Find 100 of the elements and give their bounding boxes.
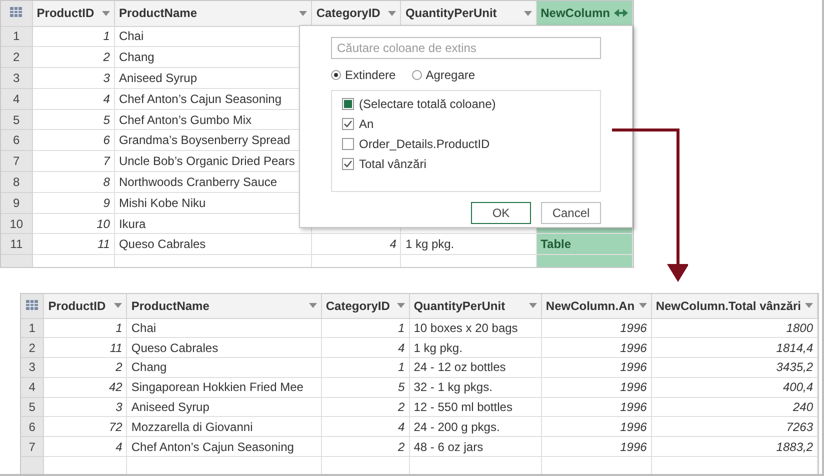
row-number: 2 (21, 338, 44, 358)
radio-option[interactable]: Agregare (412, 66, 476, 84)
ok-button[interactable]: OK (471, 202, 531, 224)
table-cell: 5 (398, 380, 405, 394)
expand-icon[interactable] (614, 9, 628, 18)
table-cell: 12 - 550 ml bottles (414, 400, 512, 414)
checkbox-option[interactable]: Total vânzări (342, 154, 590, 174)
table-cell: 8 (103, 174, 110, 189)
checkbox-option[interactable]: Order_Details.ProductID (342, 134, 590, 154)
row-number: 3 (1, 68, 32, 88)
radio-option[interactable]: Extindere (331, 66, 396, 84)
caret-icon[interactable] (308, 303, 317, 308)
caret-icon[interactable] (114, 303, 122, 308)
table-cell: 4 (398, 340, 405, 355)
table-cell: 1996 (620, 440, 647, 454)
table-cell: 42 (109, 380, 122, 394)
caret-icon[interactable] (524, 10, 532, 16)
table-cell: 72 (109, 420, 122, 434)
row-number: 10 (1, 213, 32, 234)
table-cell: 1996 (620, 420, 647, 434)
table-icon[interactable] (26, 300, 38, 310)
caret-icon[interactable] (638, 303, 647, 308)
table-cell: 400,4 (782, 380, 813, 394)
table-cell: 32 - 1 kg pkgs. (414, 380, 492, 394)
table-cell: 2 (116, 360, 122, 374)
row-number: 1 (1, 26, 32, 47)
search-field[interactable]: Căutare coloane de extins (331, 37, 601, 59)
table-cell: Chai (131, 320, 156, 335)
table-cell: 1 kg pkg. (414, 340, 462, 355)
checkbox[interactable] (342, 138, 354, 150)
row-number: 9 (1, 192, 32, 214)
checkbox[interactable] (342, 98, 354, 110)
table-cell: Chef Anton’s Cajun Seasoning (131, 440, 294, 454)
row-number: 8 (1, 172, 32, 192)
table-cell: 1996 (620, 400, 647, 414)
table-cell: Singaporean Hokkien Fried Mee (131, 380, 304, 394)
table-cell: 7263 (786, 420, 813, 434)
checkbox[interactable] (342, 158, 354, 170)
checkbox-option[interactable]: (Selectare totală coloane) (342, 94, 590, 114)
checkbox-option[interactable]: An (342, 114, 590, 134)
table-cell: 1800 (786, 320, 813, 335)
table-cell: 240 (792, 400, 813, 414)
table-cell: 24 - 200 g pkgs. (414, 420, 500, 434)
table-cell: 1 (116, 320, 122, 335)
row-number: 5 (1, 109, 32, 130)
row-number: 2 (1, 46, 32, 68)
table-cell: 5 (103, 112, 110, 127)
table-cell: Aniseed Syrup (131, 400, 210, 414)
table-cell: 1814,4 (776, 340, 813, 355)
table-cell: Chang (131, 360, 167, 374)
cancel-button[interactable]: Cancel (541, 202, 601, 224)
table-cell: 1 kg pkg. (405, 237, 454, 252)
table-cell: Mozzarella di Giovanni (131, 420, 253, 434)
row-number: 11 (1, 234, 32, 255)
table-cell: Chai (118, 29, 144, 44)
table-cell: Mishi Kobe Niku (118, 196, 206, 210)
caret-icon[interactable] (102, 10, 110, 16)
table-cell: Queso Cabrales (131, 340, 218, 355)
row-number: 6 (1, 130, 32, 151)
table-cell: 2 (103, 50, 110, 64)
table-cell: Aniseed Syrup (118, 70, 198, 85)
caret-icon[interactable] (388, 10, 396, 16)
table-cell: Chef Anton’s Cajun Seasoning (118, 92, 282, 106)
table-cell: Table (540, 237, 572, 252)
arrow-icon (612, 126, 688, 282)
table-cell: 48 - 6 oz jars (414, 440, 484, 454)
row-number: 6 (21, 416, 44, 437)
table-cell: 6 (103, 133, 110, 148)
table-cell: 11 (110, 340, 122, 355)
row-number: 7 (21, 436, 44, 457)
table-cell: 3 (116, 400, 122, 414)
row-number: 1 (21, 318, 44, 338)
table-cell: Northwoods Cranberry Sauce (118, 174, 278, 189)
row-number: 3 (21, 358, 44, 378)
table-cell: 7 (103, 154, 110, 168)
caret-icon[interactable] (299, 10, 308, 16)
table-cell: 1883,2 (776, 440, 813, 454)
caret-icon[interactable] (805, 303, 813, 308)
table-cell: Chang (118, 50, 154, 64)
table-cell: 24 - 12 oz bottles (414, 360, 506, 374)
table-cell: 1996 (620, 320, 647, 335)
table-cell: Ikura (118, 216, 146, 231)
table-cell: 10 (96, 216, 110, 231)
table-cell: 2 (398, 440, 405, 454)
caret-icon[interactable] (396, 303, 405, 308)
table-cell: Grandma’s Boysenberry Spread (118, 133, 290, 148)
row-number: 7 (1, 150, 32, 172)
table-icon[interactable] (10, 7, 22, 18)
table-cell: Uncle Bob’s Organic Dried Pears (118, 154, 295, 168)
table-cell: 4 (398, 420, 405, 434)
table-cell: 11 (98, 237, 110, 252)
table-cell: 10 boxes x 20 bags (414, 320, 518, 335)
checkbox[interactable] (342, 118, 354, 130)
table-cell: Queso Cabrales (118, 237, 206, 252)
table-cell: 4 (116, 440, 122, 454)
caret-icon[interactable] (528, 303, 537, 308)
table-cell: 1 (103, 29, 110, 44)
row-number: 5 (21, 397, 44, 417)
table-cell: 3 (103, 70, 110, 85)
row-number: 4 (21, 377, 44, 398)
